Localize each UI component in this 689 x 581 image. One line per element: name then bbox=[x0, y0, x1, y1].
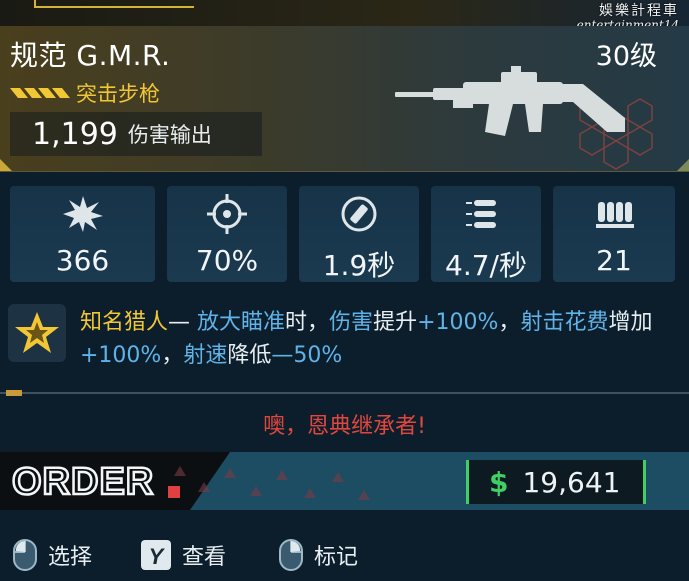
stat-reload-value: 1.9秒 bbox=[322, 249, 396, 282]
weapon-header-card: 规范 G.M.R. 30级 突击步枪 1,199 伤害输出 bbox=[0, 26, 689, 172]
mark-label: 标记 bbox=[314, 545, 359, 570]
flavor-tagline: 噢，恩典继承者! bbox=[263, 414, 426, 439]
stat-accuracy-value: 70% bbox=[195, 244, 259, 277]
manufacturer-bar: ORDER $ 19,641 bbox=[0, 452, 689, 510]
magazine-icon bbox=[596, 202, 634, 228]
control-hints: 选择 Y 查看 标记 bbox=[0, 530, 689, 581]
perk-name: 知名猎人 bbox=[80, 310, 169, 335]
reload-icon bbox=[341, 196, 377, 232]
inspect-label: 查看 bbox=[182, 545, 227, 570]
crosshair-icon bbox=[207, 194, 247, 234]
price-amount: 19,641 bbox=[522, 465, 621, 499]
watermark-line1: 娛樂計程車 bbox=[599, 3, 679, 19]
stat-accuracy: 70% bbox=[167, 186, 287, 282]
damage-value: 1,199 bbox=[32, 116, 118, 152]
corner-accent-left bbox=[0, 159, 12, 171]
select-action[interactable]: 选择 bbox=[12, 538, 92, 572]
y-key-text: Y bbox=[149, 544, 166, 569]
stat-fire-rate: 4.7/秒 bbox=[431, 186, 541, 282]
mouse-button-icon bbox=[279, 539, 303, 571]
stat-magazine: 21 bbox=[553, 186, 675, 282]
assault-rifle-icon bbox=[395, 66, 625, 136]
order-logo-text: ORDER bbox=[12, 461, 154, 503]
weapon-type: 突击步枪 bbox=[76, 82, 160, 106]
stat-reload: 1.9秒 bbox=[299, 186, 419, 282]
top-frame-fragment bbox=[34, 0, 194, 8]
bullets-icon bbox=[466, 200, 496, 228]
damage-output: 1,199 伤害输出 bbox=[10, 112, 262, 156]
section-divider bbox=[0, 390, 689, 396]
perk-star-icon bbox=[15, 312, 59, 353]
rarity-chevrons-icon bbox=[10, 88, 70, 98]
weapon-name: 规范 G.M.R. bbox=[10, 39, 171, 72]
stat-impact: 366 bbox=[10, 186, 155, 282]
select-label: 选择 bbox=[48, 545, 93, 570]
stat-magazine-value: 21 bbox=[596, 244, 632, 277]
mark-action[interactable]: 标记 bbox=[278, 538, 358, 572]
perk-section: 知名猎人— 放大瞄准时，伤害提升+100%，射击花费增加+100%，射速降低—5… bbox=[0, 300, 689, 382]
perk-badge bbox=[8, 304, 66, 362]
order-logo: ORDER bbox=[11, 460, 180, 504]
currency-icon: $ bbox=[489, 465, 509, 499]
stat-fire-rate-value: 4.7/秒 bbox=[445, 249, 527, 282]
mouse-button-icon bbox=[13, 539, 37, 571]
impact-icon bbox=[62, 196, 103, 232]
damage-label: 伤害输出 bbox=[127, 123, 212, 147]
corner-accent-right bbox=[677, 159, 689, 171]
price-tag: $ 19,641 bbox=[466, 460, 646, 504]
divider-accent bbox=[6, 390, 22, 396]
perk-description: 知名猎人— 放大瞄准时，伤害提升+100%，射击花费增加+100%，射速降低—5… bbox=[80, 310, 653, 368]
stat-impact-value: 366 bbox=[55, 244, 110, 277]
triangle-pattern-decoration bbox=[174, 466, 370, 500]
y-key-icon: Y bbox=[141, 540, 171, 570]
inspect-action[interactable]: Y 查看 bbox=[140, 538, 226, 572]
stats-row: 366 70% 1.9秒 4.7/秒 21 bbox=[0, 186, 689, 292]
rarity-row: 突击步枪 bbox=[10, 78, 160, 108]
